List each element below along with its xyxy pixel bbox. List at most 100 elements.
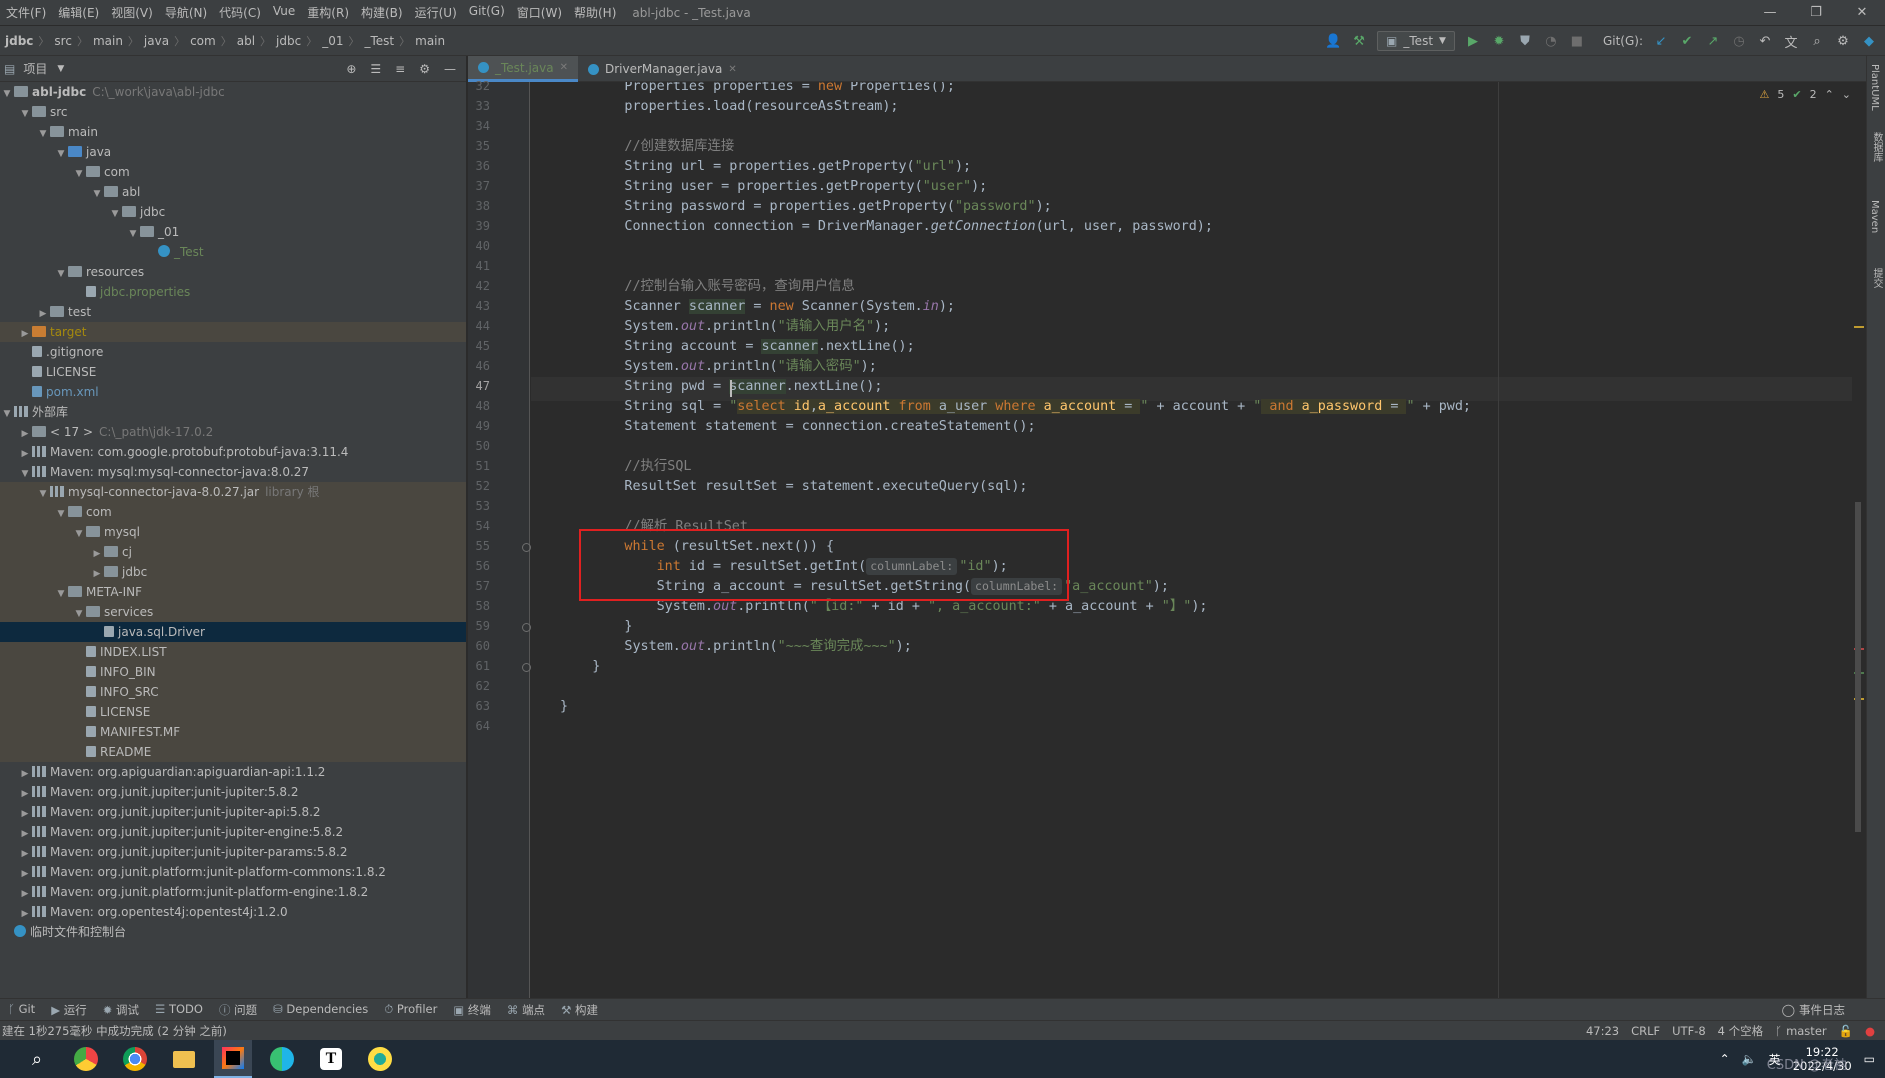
tree-item[interactable]: ▼ main	[0, 122, 466, 142]
speaker-icon[interactable]: 🔈	[1742, 1052, 1757, 1066]
line-number[interactable]: 53	[470, 499, 490, 513]
expand-arrow-icon[interactable]: ▼	[0, 404, 14, 424]
inspection-widget[interactable]: ⚠ 5 ✔ 2 ⌃ ⌄	[1759, 88, 1851, 101]
chat-app-icon[interactable]	[361, 1040, 399, 1078]
line-number[interactable]: 45	[470, 339, 490, 353]
expand-arrow-icon[interactable]: ▼	[72, 604, 86, 624]
expand-arrow-icon[interactable]: ▼	[0, 84, 14, 104]
line-number[interactable]: 38	[470, 199, 490, 213]
tree-item[interactable]: ▼ _01	[0, 222, 466, 242]
bottom-tool-button[interactable]: ⓘ 问题	[211, 1002, 265, 1018]
chevron-down-icon[interactable]: ⌄	[1842, 88, 1851, 101]
tree-item[interactable]: ▶ Maven: org.junit.jupiter:junit-jupiter:…	[0, 782, 466, 802]
line-number[interactable]: 35	[470, 139, 490, 153]
bottom-tool-button[interactable]: ⛁ Dependencies	[265, 1002, 376, 1018]
typora-app-icon[interactable]: T	[312, 1040, 350, 1078]
collapse-all-icon[interactable]: ≡	[395, 62, 405, 76]
expand-arrow-icon[interactable]: ▼	[36, 484, 50, 504]
line-number[interactable]: 63	[470, 699, 490, 713]
tree-item[interactable]: INFO_SRC	[0, 682, 466, 702]
line-number[interactable]: 41	[470, 259, 490, 273]
git-history-icon[interactable]: ◷	[1731, 33, 1747, 49]
expand-arrow-icon[interactable]: ▶	[18, 824, 32, 844]
run-config-select[interactable]: ▣ _Test ▼	[1377, 31, 1455, 51]
tree-item[interactable]: ▼ abl-jdbc C:\_work\java\abl-jdbc	[0, 82, 466, 102]
menu-item[interactable]: 运行(U)	[409, 4, 463, 21]
menu-item[interactable]: Git(G)	[463, 4, 511, 21]
right-tool-button[interactable]: PlantUML	[1869, 64, 1880, 111]
tree-item[interactable]: ▼ resources	[0, 262, 466, 282]
line-number[interactable]: 43	[470, 299, 490, 313]
breadcrumb-item[interactable]: jdbc	[273, 34, 304, 48]
browser-app-icon[interactable]	[67, 1040, 105, 1078]
bottom-tool-button[interactable]: ▶ 运行	[43, 1002, 95, 1018]
breadcrumb-item[interactable]: main	[412, 34, 448, 48]
expand-arrow-icon[interactable]: ▼	[72, 164, 86, 184]
menu-item[interactable]: 导航(N)	[159, 4, 213, 21]
hammer-icon[interactable]: ⚒	[1351, 33, 1367, 49]
bottom-tool-button[interactable]: ⚒ 构建	[553, 1002, 606, 1018]
intellij-app-icon[interactable]	[214, 1040, 252, 1078]
tree-item[interactable]: LICENSE	[0, 362, 466, 382]
line-number[interactable]: 60	[470, 639, 490, 653]
line-number[interactable]: 56	[470, 559, 490, 573]
chevron-down-icon[interactable]: ▼	[57, 64, 64, 74]
menu-item[interactable]: 重构(R)	[301, 4, 355, 21]
expand-arrow-icon[interactable]: ▶	[18, 784, 32, 804]
expand-arrow-icon[interactable]: ▼	[18, 464, 32, 484]
line-number[interactable]: 57	[470, 579, 490, 593]
breadcrumb-item[interactable]: jdbc	[2, 34, 36, 48]
locate-icon[interactable]: ⊕	[346, 62, 356, 76]
expand-arrow-icon[interactable]: ▶	[18, 764, 32, 784]
stop-icon[interactable]: ■	[1569, 33, 1585, 49]
line-number[interactable]: 49	[470, 419, 490, 433]
line-number[interactable]: 34	[470, 119, 490, 133]
breadcrumb-item[interactable]: _Test	[361, 34, 397, 48]
breadcrumb-item[interactable]: src	[51, 34, 75, 48]
expand-arrow-icon[interactable]: ▼	[54, 504, 68, 524]
user-icon[interactable]: 👤	[1325, 33, 1341, 49]
tree-item[interactable]: INFO_BIN	[0, 662, 466, 682]
menu-item[interactable]: 窗口(W)	[511, 4, 568, 21]
line-number[interactable]: 64	[470, 719, 490, 733]
file-encoding[interactable]: UTF-8	[1672, 1024, 1706, 1038]
line-number[interactable]: 58	[470, 599, 490, 613]
bottom-tool-button[interactable]: ✹ 调试	[95, 1002, 147, 1018]
expand-arrow-icon[interactable]: ▼	[54, 144, 68, 164]
error-icon[interactable]: ●	[1865, 1024, 1875, 1038]
line-number[interactable]: 47	[470, 379, 490, 393]
indent-setting[interactable]: 4 个空格	[1718, 1023, 1763, 1039]
tree-item[interactable]: ▼ src	[0, 102, 466, 122]
tree-item[interactable]: ▶ cj	[0, 542, 466, 562]
notification-icon[interactable]: ▭	[1864, 1052, 1875, 1066]
line-number[interactable]: 36	[470, 159, 490, 173]
plugin-icon[interactable]: ◆	[1861, 33, 1877, 49]
expand-arrow-icon[interactable]: ▶	[18, 444, 32, 464]
menu-item[interactable]: 代码(C)	[213, 4, 267, 21]
tree-item[interactable]: ▼ Maven: mysql:mysql-connector-java:8.0.2…	[0, 462, 466, 482]
scrollbar-thumb[interactable]	[1855, 502, 1861, 832]
settings-icon[interactable]: ⚙	[1835, 33, 1851, 49]
expand-arrow-icon[interactable]: ▶	[18, 424, 32, 444]
tree-item[interactable]: ▶ Maven: org.junit.platform:junit-platfor…	[0, 862, 466, 882]
chevron-up-icon[interactable]: ⌃	[1825, 88, 1834, 101]
close-icon[interactable]: ✕	[728, 64, 736, 75]
chevron-up-icon[interactable]: ⌃	[1720, 1052, 1730, 1066]
line-number[interactable]: 44	[470, 319, 490, 333]
tree-item[interactable]: ▼ abl	[0, 182, 466, 202]
tree-item[interactable]: ▶ Maven: org.junit.jupiter:junit-jupiter-…	[0, 802, 466, 822]
fold-marker-icon[interactable]	[522, 623, 531, 632]
code-line[interactable]	[531, 715, 560, 739]
edge-app-icon[interactable]	[263, 1040, 301, 1078]
expand-arrow-icon[interactable]: ▼	[126, 224, 140, 244]
search-icon[interactable]: ⌕	[18, 1040, 56, 1078]
breadcrumb-item[interactable]: main	[90, 34, 126, 48]
code-line[interactable]: Statement statement = connection.createS…	[531, 415, 1035, 439]
tree-item[interactable]: ▶ Maven: com.google.protobuf:protobuf-jav…	[0, 442, 466, 462]
status-message[interactable]: 建在 1秒275毫秒 中成功完成 (2 分钟 之前)	[0, 1023, 227, 1039]
right-tool-button[interactable]: 提交	[1869, 268, 1884, 288]
menu-item[interactable]: 帮助(H)	[568, 4, 622, 21]
debug-icon[interactable]: ✹	[1491, 33, 1507, 49]
tree-item[interactable]: .gitignore	[0, 342, 466, 362]
expand-arrow-icon[interactable]: ▶	[90, 544, 104, 564]
